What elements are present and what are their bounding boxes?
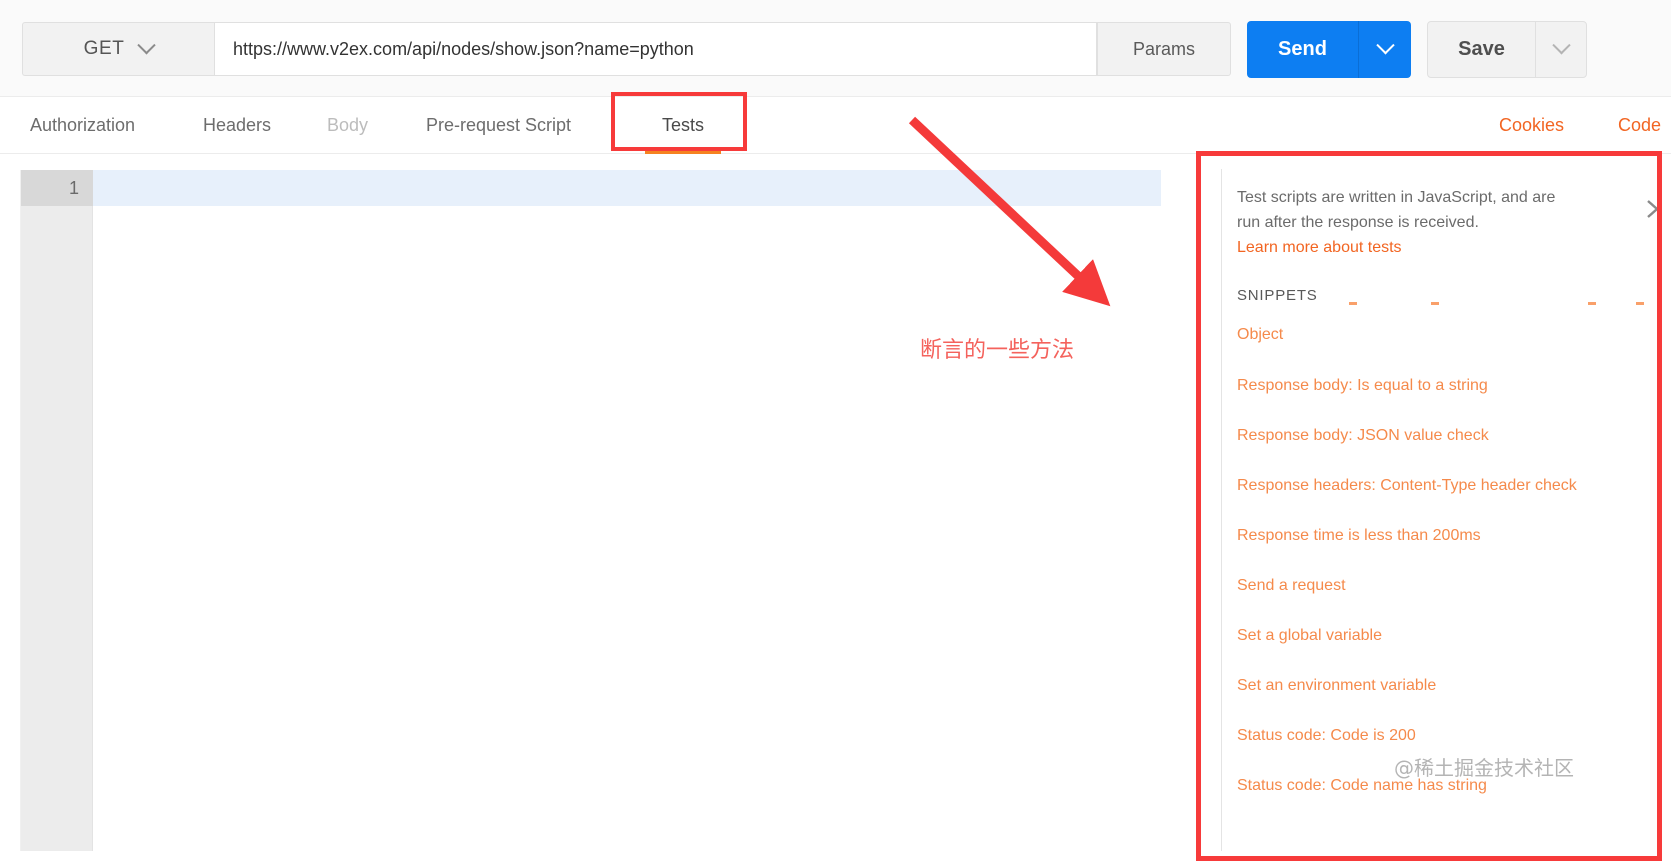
chevron-right-icon[interactable] <box>1642 194 1664 224</box>
tab-pre-request-script[interactable]: Pre-request Script <box>426 97 571 154</box>
url-input[interactable] <box>215 38 1096 60</box>
editor-active-line-highlight <box>93 170 1161 206</box>
cookies-label: Cookies <box>1498 115 1564 135</box>
snippet-item[interactable]: Set an environment variable <box>1237 677 1436 695</box>
params-button[interactable]: Params <box>1097 22 1231 76</box>
tab-tests-label: Tests <box>661 115 704 135</box>
snippet-item[interactable]: Send a request <box>1237 577 1346 595</box>
snippet-clip-artifact <box>1588 302 1596 305</box>
snippet-item[interactable]: Set a global variable <box>1237 627 1382 645</box>
code-label: Code <box>1617 115 1661 135</box>
editor-content[interactable] <box>93 170 1161 851</box>
send-button-group: Send <box>1247 21 1411 78</box>
tab-authorization[interactable]: Authorization <box>30 97 135 154</box>
snippet-clip-artifact <box>1636 302 1644 305</box>
tab-authorization-label: Authorization <box>30 115 136 135</box>
tab-body-label: Body <box>327 115 369 135</box>
tab-headers[interactable]: Headers <box>203 97 271 154</box>
request-bar: GET Params Send Save <box>0 0 1671 96</box>
snippet-item[interactable]: Response headers: Content-Type header ch… <box>1237 477 1577 495</box>
editor-gutter: 1 <box>21 170 93 851</box>
url-input-wrapper[interactable] <box>214 22 1097 76</box>
cookies-link[interactable]: Cookies <box>1499 97 1564 154</box>
snippet-clip-artifact <box>1431 302 1439 305</box>
snippets-panel: Test scripts are written in JavaScript, … <box>1221 169 1671 851</box>
request-tab-strip: Authorization Headers Body Pre-request S… <box>0 96 1671 154</box>
chevron-down-icon <box>1551 36 1571 55</box>
send-label: Send <box>1278 38 1327 60</box>
tab-tests[interactable]: Tests <box>645 97 721 154</box>
snippets-section-header: SNIPPETS <box>1237 287 1318 304</box>
chevron-down-icon <box>137 35 157 54</box>
save-button-group: Save <box>1427 21 1587 78</box>
send-button[interactable]: Send <box>1247 21 1358 78</box>
code-link[interactable]: Code <box>1618 97 1661 154</box>
snippet-item[interactable]: Status code: Code name has string <box>1237 777 1487 795</box>
params-label: Params <box>1132 38 1195 59</box>
send-options-button[interactable] <box>1358 21 1411 78</box>
editor-line-number: 1 <box>21 170 93 206</box>
snippet-item[interactable]: Response body: JSON value check <box>1237 427 1489 445</box>
snippet-item[interactable]: Response body: Is equal to a string <box>1237 377 1488 395</box>
snippets-intro-text: Test scripts are written in JavaScript, … <box>1237 189 1556 231</box>
tab-headers-label: Headers <box>203 115 272 135</box>
snippet-item[interactable]: Status code: Code is 200 <box>1237 727 1416 745</box>
chevron-down-icon <box>1375 36 1395 55</box>
http-method-label: GET <box>83 38 125 59</box>
tab-active-underline <box>645 149 721 154</box>
http-method-select[interactable]: GET <box>22 22 214 76</box>
test-script-editor[interactable]: 1 <box>20 170 1161 851</box>
tab-pre-request-script-label: Pre-request Script <box>426 115 572 135</box>
snippet-item[interactable]: Object <box>1237 326 1283 344</box>
tab-body[interactable]: Body <box>327 97 368 154</box>
save-button[interactable]: Save <box>1428 22 1535 77</box>
snippet-item[interactable]: Response time is less than 200ms <box>1237 527 1481 545</box>
save-label: Save <box>1458 38 1505 60</box>
save-options-button[interactable] <box>1535 22 1586 77</box>
learn-more-about-tests-link[interactable]: Learn more about tests <box>1237 239 1402 257</box>
snippet-clip-artifact <box>1349 302 1357 305</box>
